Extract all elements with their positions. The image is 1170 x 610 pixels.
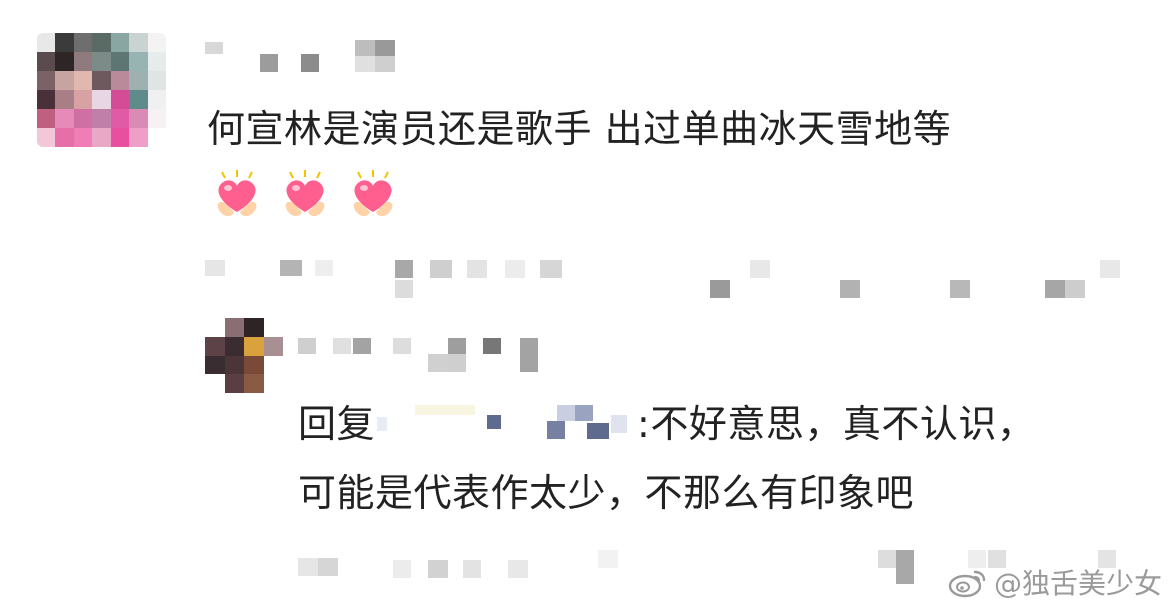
heart-hands-emoji (348, 168, 398, 220)
reply-avatar[interactable] (205, 318, 283, 393)
reply-username[interactable] (298, 336, 548, 376)
heart-hands-emoji (212, 168, 262, 220)
watermark-text: @独舌美少女 (993, 567, 1162, 600)
weibo-logo-icon (948, 566, 988, 598)
comment-meta-row-blurred (205, 260, 1125, 300)
reply-text-line1: 回复 :不好意思，真不认识， (298, 398, 1035, 450)
reply-text-line2: 可能是代表作太少，不那么有印象吧 (298, 471, 915, 515)
reply-prefix: 回复 (298, 402, 376, 446)
watermark: @独舌美少女 (948, 562, 1162, 602)
heart-hands-emoji (280, 168, 330, 220)
comment-text: 何宣林是演员还是歌手 出过单曲冰天雪地等 (207, 107, 952, 151)
reply-mention-blurred[interactable] (375, 403, 637, 443)
reply-text-1: :不好意思，真不认识， (637, 402, 1036, 446)
commenter-username[interactable] (205, 38, 395, 74)
comment-emoji-row (212, 168, 398, 220)
commenter-avatar[interactable] (37, 33, 166, 147)
